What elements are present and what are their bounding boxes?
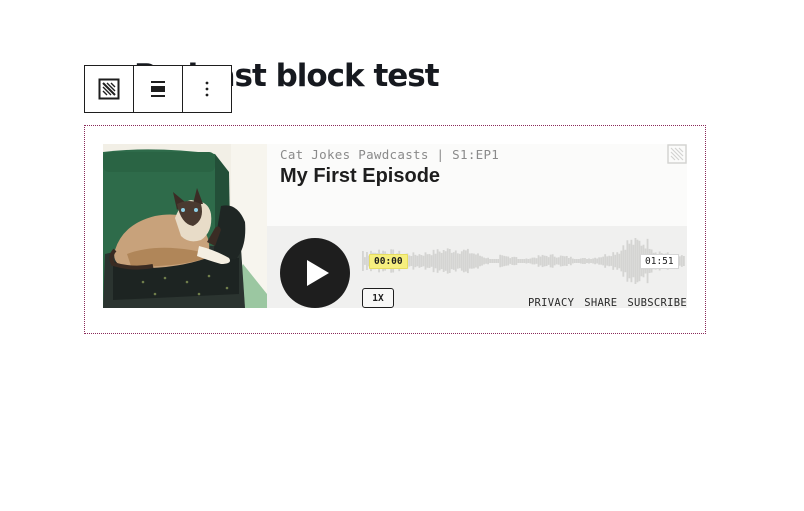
podcast-player: Cat Jokes Pawdcasts | S1:EP1 My First Ep… (103, 144, 687, 309)
subscribe-link[interactable]: SUBSCRIBE (627, 297, 687, 309)
podcast-logo-icon (667, 144, 687, 164)
current-time: 00:00 (369, 254, 408, 269)
playback-speed-button[interactable]: 1X (362, 288, 394, 308)
block-type-button[interactable] (85, 66, 134, 112)
align-icon (151, 81, 165, 97)
play-icon (307, 260, 329, 286)
player-links: PRIVACY SHARE SUBSCRIBE (528, 297, 687, 309)
align-button[interactable] (134, 66, 183, 112)
episode-info: Cat Jokes Pawdcasts | S1:EP1 My First Ep… (267, 144, 687, 226)
show-meta-text: Cat Jokes Pawdcasts | S1:EP1 (280, 147, 500, 162)
play-button[interactable] (280, 238, 350, 308)
more-options-icon (205, 81, 209, 97)
privacy-link[interactable]: PRIVACY (528, 297, 574, 309)
podcast-block-icon (98, 78, 120, 100)
waveform-seekbar[interactable] (362, 236, 685, 286)
episode-cover-image (103, 144, 267, 308)
more-options-button[interactable] (183, 66, 231, 112)
episode-title: My First Episode (280, 165, 441, 187)
share-link[interactable]: SHARE (584, 297, 617, 309)
total-duration: 01:51 (640, 254, 679, 269)
editor-canvas: Podcast block test Cat Jokes Pawdcasts |… (0, 0, 804, 511)
block-toolbar (84, 65, 232, 113)
